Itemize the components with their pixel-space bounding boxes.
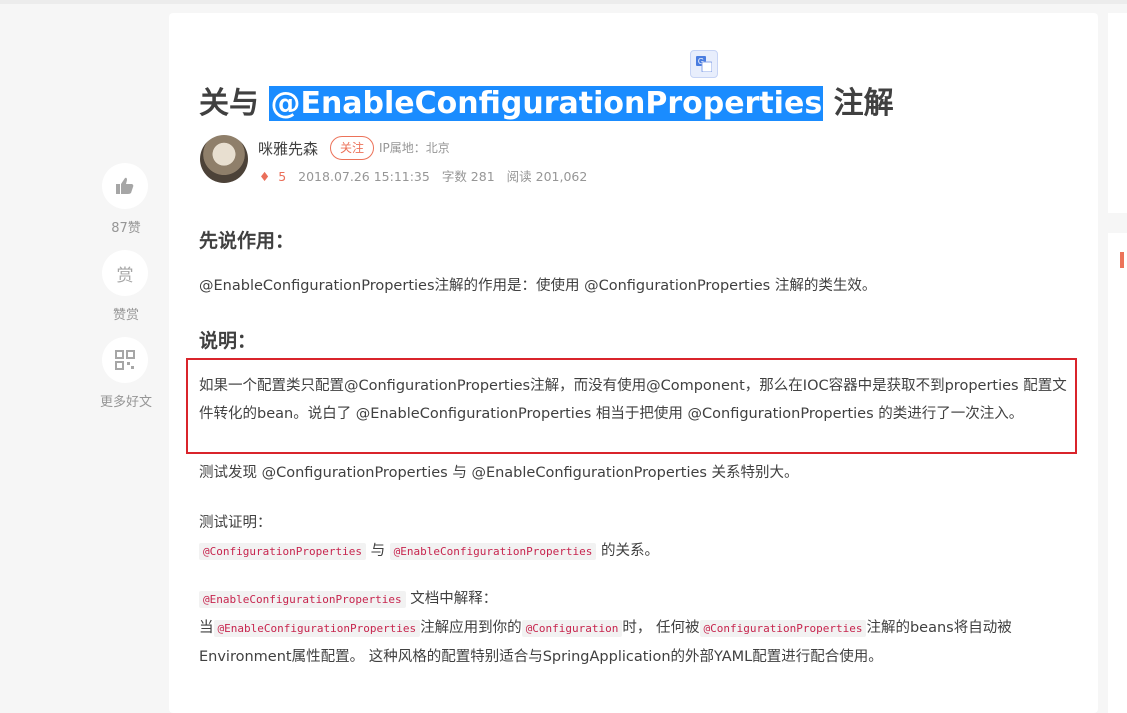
title-highlighted-selection: @EnableConfigurationProperties [269, 86, 824, 121]
text-time-any: 时， 任何被 [622, 620, 700, 636]
ip-location: IP属地：北京 [379, 141, 450, 155]
diamond-count: 5 [278, 169, 287, 184]
reward-label: 赞赏 [112, 308, 139, 323]
right-sidebar-bottom [1108, 233, 1127, 713]
author-avatar[interactable] [200, 135, 248, 183]
like-count: 87赞 [111, 221, 141, 236]
doc-line: @EnableConfigurationProperties 文档中解释： [199, 587, 497, 608]
qr-code-icon [115, 350, 135, 370]
translate-icon: G [696, 56, 712, 72]
diamond-icon: ♦ [259, 169, 271, 184]
section-heading-effect: 先说作用： [199, 230, 295, 252]
article-title: 关与 @EnableConfigurationProperties 注解 [199, 78, 894, 122]
effect-paragraph: @EnableConfigurationProperties注解的作用是：使使用… [199, 278, 877, 294]
doc-detail-line: 当 @EnableConfigurationProperties 注解应用到你的 @C… [199, 616, 1012, 637]
publish-date: 2018.07.26 15:11:35 [298, 169, 430, 184]
thumbs-up-icon [116, 177, 134, 194]
top-bar [0, 0, 1127, 4]
like-button[interactable] [102, 163, 148, 209]
code-enable-configuration-properties: @EnableConfigurationProperties [389, 543, 597, 560]
test-proof-label: 测试证明： [199, 515, 272, 531]
environment-line: Environment属性配置。 这种风格的配置特别适合与SpringAppli… [199, 649, 883, 665]
explain-paragraph: 如果一个配置类只配置@ConfigurationProperties注解，而没有… [199, 378, 1067, 422]
text-applied: 注解应用到你的 [420, 620, 522, 636]
more-articles-label: 更多好文 [99, 395, 152, 410]
text-doc-explain: 文档中解释： [410, 591, 498, 607]
title-prefix: 关与 [199, 86, 270, 121]
code-configuration-properties-2: @ConfigurationProperties [699, 620, 867, 637]
text-with: 与 [370, 543, 386, 559]
code-configuration-properties: @ConfigurationProperties [199, 543, 366, 560]
code-enable-configuration-properties-2: @EnableConfigurationProperties [199, 591, 406, 608]
word-count: 字数 281 [441, 169, 495, 184]
title-suffix: 注解 [823, 86, 894, 121]
right-sidebar-top [1108, 13, 1127, 213]
sidebar-accent-marker [1120, 252, 1124, 268]
author-name[interactable]: 咪雅先森 [258, 138, 318, 159]
code-configuration: @Configuration [521, 620, 623, 637]
test-found-paragraph: 测试发现 @ConfigurationProperties 与 @EnableC… [199, 465, 799, 481]
more-articles-button[interactable] [102, 337, 148, 383]
text-relation: 的关系。 [600, 543, 659, 559]
translate-button[interactable]: G [690, 50, 718, 78]
proof-line: @ConfigurationProperties 与 @EnableConfig… [199, 539, 659, 560]
follow-button[interactable]: 关注 [330, 136, 375, 160]
text-when: 当 [199, 620, 214, 636]
section-heading-explain: 说明： [199, 330, 257, 352]
code-enable-configuration-properties-3: @EnableConfigurationProperties [213, 620, 421, 637]
text-beans-auto: 注解的beans将自动被 [866, 620, 1012, 636]
reward-button[interactable]: 赏 [102, 250, 148, 296]
reward-icon: 赏 [116, 265, 134, 286]
read-count: 阅读 201,062 [506, 169, 588, 184]
article-meta: ♦ 5 2018.07.26 15:11:35 字数 281 阅读 201,062 [259, 166, 595, 185]
